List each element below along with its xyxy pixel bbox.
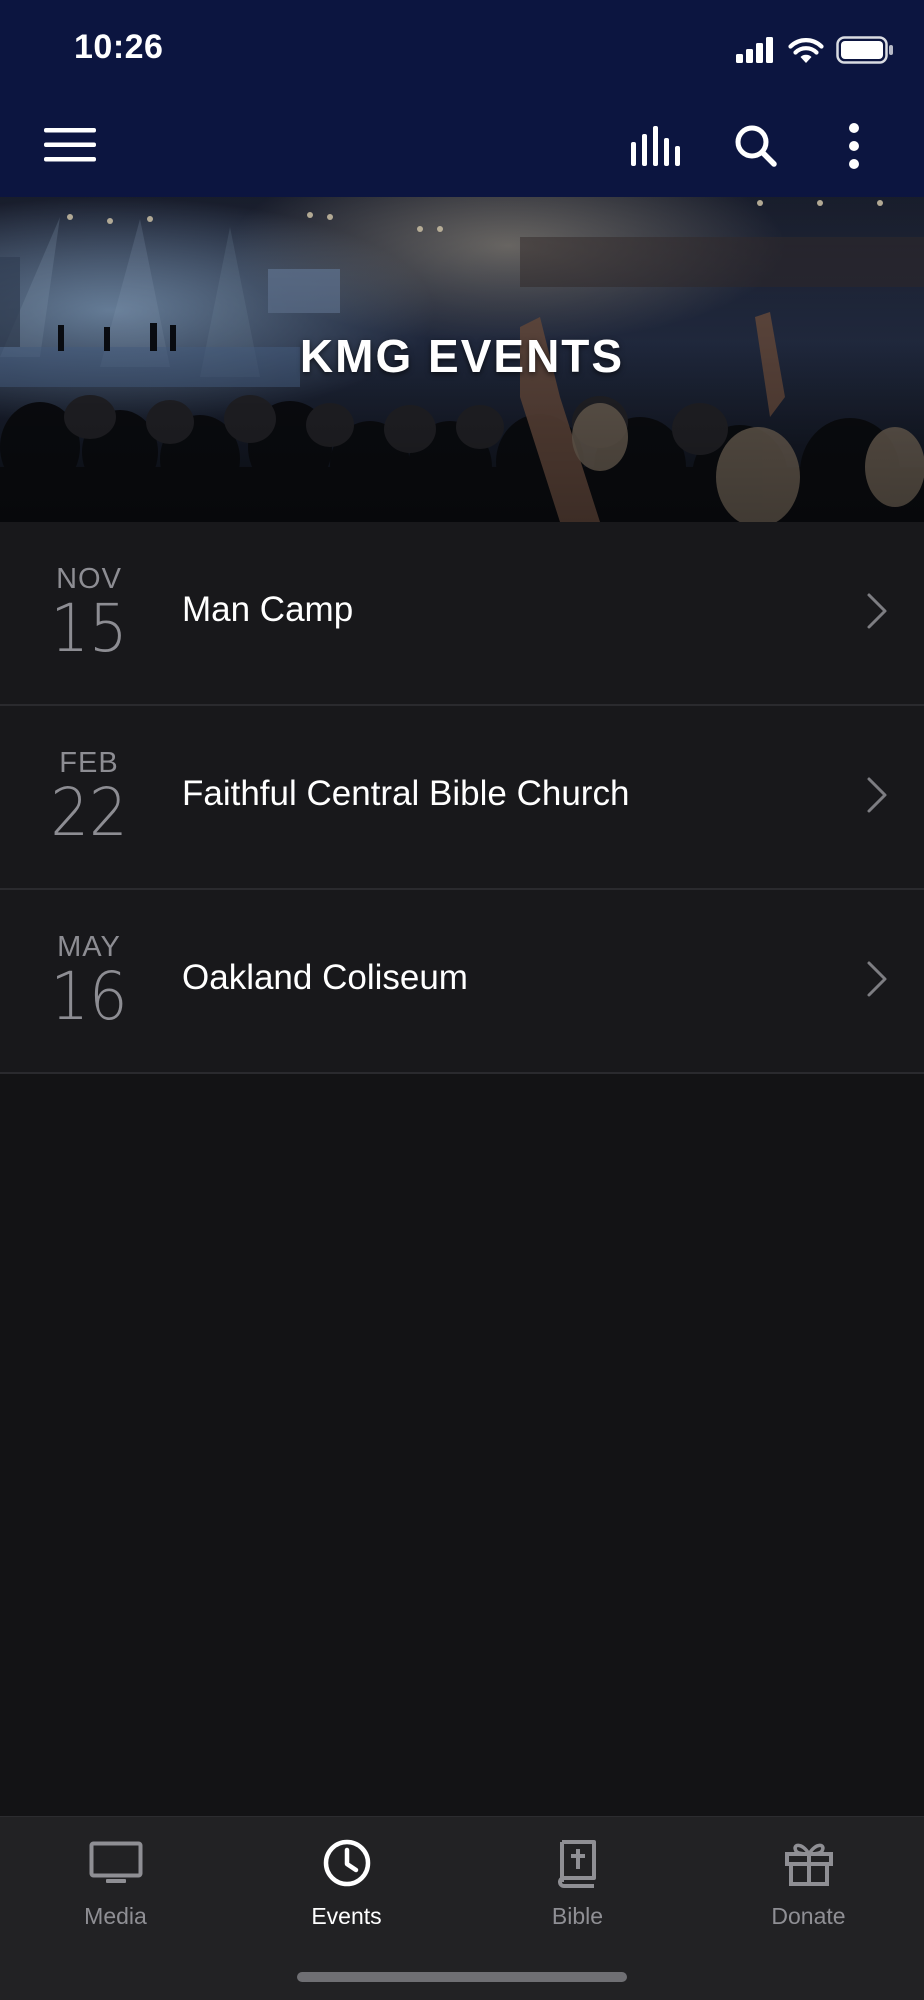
chevron-right-icon [866,776,888,819]
hamburger-menu-button[interactable] [38,120,102,174]
tab-label: Bible [551,1903,604,1929]
bible-icon [462,1835,693,1891]
tab-bible[interactable]: Bible [462,1835,693,1930]
screen: 10:26 KMG EVENTS NOV 15 Man Camp FEB 22 … [0,0,924,2000]
tab-media[interactable]: Media [0,1835,231,1930]
audio-button[interactable] [626,120,688,176]
tab-label: Events [311,1903,382,1929]
more-vertical-icon [848,122,860,175]
event-day: 16 [50,958,128,1035]
event-date: FEB 22 [30,746,148,846]
app-header: 10:26 [0,0,924,197]
tab-events[interactable]: Events [231,1835,462,1930]
hamburger-menu-icon [44,127,96,167]
monitor-icon [0,1835,231,1891]
event-day: 15 [50,590,128,667]
home-indicator[interactable] [297,1972,627,1982]
status-time: 10:26 [74,28,164,66]
event-row[interactable]: NOV 15 Man Camp [0,522,924,706]
event-day: 22 [50,774,128,851]
event-list: NOV 15 Man Camp FEB 22 Faithful Central … [0,522,924,1074]
event-name: Faithful Central Bible Church [182,774,630,813]
more-options-button[interactable] [830,118,878,178]
event-name: Oakland Coliseum [182,958,468,997]
battery-icon [836,35,894,69]
search-button[interactable] [726,120,786,176]
event-row[interactable]: MAY 16 Oakland Coliseum [0,890,924,1074]
clock-icon [231,1835,462,1891]
tab-label: Media [84,1903,147,1929]
gift-icon [693,1835,924,1891]
signal-icon [736,36,776,68]
event-date: NOV 15 [30,562,148,662]
search-icon [734,124,778,173]
page-title: KMG EVENTS [299,330,625,382]
status-icons [736,32,894,72]
audio-bars-icon [631,125,683,171]
event-row[interactable]: FEB 22 Faithful Central Bible Church [0,706,924,890]
chevron-right-icon [866,960,888,1003]
wifi-icon [788,36,824,69]
tab-label: Donate [771,1903,846,1929]
hero-banner: KMG EVENTS [0,197,924,522]
tab-donate[interactable]: Donate [693,1835,924,1930]
chevron-right-icon [866,592,888,635]
event-name: Man Camp [182,590,354,629]
event-date: MAY 16 [30,930,148,1030]
